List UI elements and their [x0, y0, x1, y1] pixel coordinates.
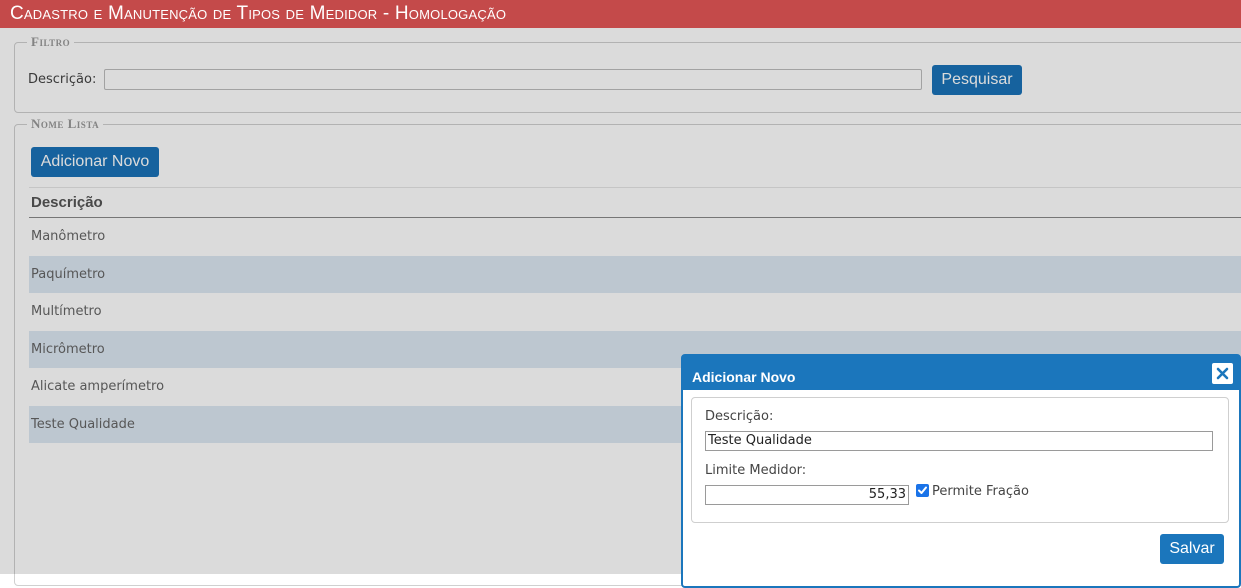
- dialog-description-input[interactable]: Teste Qualidade: [705, 431, 1213, 451]
- page-title: Cadastro e Manutenção de Tipos de Medido…: [10, 3, 507, 24]
- allow-fraction-checkbox[interactable]: [916, 484, 929, 497]
- add-new-dialog: Adicionar Novo Descrição: Teste Qualidad…: [681, 354, 1241, 588]
- save-button[interactable]: Salvar: [1160, 534, 1224, 564]
- dialog-body: Descrição: Teste Qualidade Limite Medido…: [691, 397, 1229, 523]
- dialog-limit-input[interactable]: 55,33: [705, 485, 909, 505]
- close-icon: [1216, 367, 1229, 380]
- dialog-limit-label: Limite Medidor:: [705, 463, 807, 478]
- dialog-title: Adicionar Novo: [692, 369, 796, 385]
- dialog-close-button[interactable]: [1212, 363, 1233, 384]
- checkmark-icon: [918, 486, 927, 494]
- allow-fraction-label: Permite Fração: [932, 484, 1029, 499]
- dialog-header: Adicionar Novo: [683, 356, 1239, 390]
- dialog-description-label: Descrição:: [705, 409, 774, 424]
- page-header: Cadastro e Manutenção de Tipos de Medido…: [0, 0, 1241, 28]
